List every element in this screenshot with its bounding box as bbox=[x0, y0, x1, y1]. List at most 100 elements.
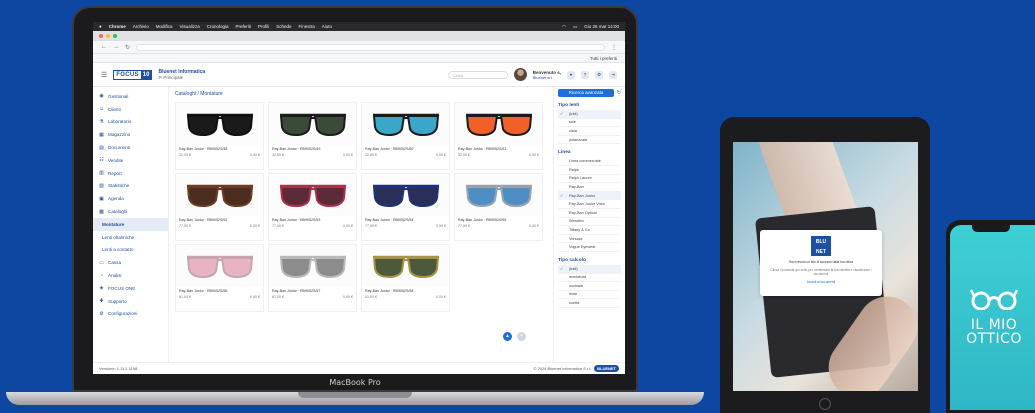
filter-option[interactable]: lente bbox=[558, 291, 621, 300]
tablet-home-button[interactable] bbox=[819, 398, 831, 410]
filter-option[interactable]: occhiale bbox=[558, 282, 621, 291]
filter-option[interactable]: sole bbox=[558, 119, 621, 128]
product-card[interactable]: Ray-Ban Junior · RB9052S/53 77,00 €0,00 € bbox=[268, 173, 357, 241]
filter-option[interactable]: montatura bbox=[558, 274, 621, 283]
filter-option[interactable]: polarizzate bbox=[558, 136, 621, 145]
menubar-item[interactable]: Profili bbox=[258, 24, 269, 29]
reload-icon[interactable]: ↻ bbox=[125, 44, 130, 51]
sidebar-item-lenti-a-contatto[interactable]: Lenti a contatto bbox=[93, 244, 168, 257]
filter-option[interactable]: ✓ Ray-Ban Junior bbox=[558, 191, 621, 201]
filter-list-calc-type: ✓ (tutti) montatura occhiale lente ricetta bbox=[558, 264, 621, 308]
filter-option[interactable]: Ray-Ban Junior Vista bbox=[558, 200, 621, 209]
sidebar-item-magazzino[interactable]: ▦ Magazzino bbox=[93, 128, 168, 141]
maximize-window-icon[interactable] bbox=[113, 34, 117, 38]
sidebar-item-cataloghi[interactable]: ▩ Cataloghi bbox=[93, 205, 168, 218]
sidebar-item-label: Lenti a contatto bbox=[102, 247, 134, 253]
filter-option[interactable]: vista bbox=[558, 127, 621, 136]
settings-icon[interactable]: ⚙ bbox=[595, 70, 603, 79]
filter-option[interactable]: Ralph bbox=[558, 166, 621, 175]
product-card[interactable]: Ray-Ban Junior · RB9052S/51 32,00 €0,00 € bbox=[454, 102, 543, 170]
menubar-item[interactable]: Finestra bbox=[299, 24, 315, 29]
filter-option[interactable]: ✓ (tutti) bbox=[558, 264, 621, 274]
sunglasses-image bbox=[455, 174, 542, 216]
sidebar-item-label: Agenda bbox=[108, 196, 124, 202]
menubar-item[interactable]: Visualizza bbox=[180, 24, 200, 29]
menubar-clock[interactable]: Gio 26 mar 14:00 bbox=[584, 24, 619, 29]
user-info[interactable]: Benvenuto s, Bluenet srl bbox=[533, 70, 561, 80]
sidebar-item-laboratorio[interactable]: ⚗ Laboratorio bbox=[93, 116, 168, 129]
forward-icon[interactable]: → bbox=[113, 44, 119, 50]
filter-option[interactable]: Vogue Eyewear bbox=[558, 243, 621, 252]
sidebar-item-focus-one[interactable]: ◈ FOCUS ONE bbox=[93, 282, 168, 295]
menubar-item[interactable]: Chrome bbox=[109, 24, 126, 29]
back-icon[interactable]: ← bbox=[101, 44, 107, 50]
product-card[interactable]: Ray-Ban Junior · RB9052S/58 81,00 €0,00 € bbox=[361, 244, 450, 312]
product-card[interactable]: Ray-Ban Junior · RB9052S/49 32,00 €0,00 € bbox=[268, 102, 357, 170]
sidebar-item-gestionali[interactable]: ◉ Gestionali bbox=[93, 90, 168, 103]
filter-option[interactable]: Ray-Ban Optical bbox=[558, 209, 621, 218]
menubar-item[interactable]: Aiuto bbox=[322, 24, 332, 29]
filter-option[interactable]: Tiffany & Co. bbox=[558, 226, 621, 235]
filter-option[interactable]: Ray-Ban bbox=[558, 183, 621, 192]
product-qty: 0,00 € bbox=[529, 153, 539, 157]
filter-option[interactable]: ✓ (tutti) bbox=[558, 110, 621, 119]
address-bar[interactable] bbox=[136, 43, 605, 51]
apple-icon[interactable]: ● bbox=[99, 24, 102, 29]
breadcrumb[interactable]: Cataloghi / Montature bbox=[175, 91, 547, 97]
document-icon: ▤ bbox=[99, 144, 104, 151]
support-icon: ✚ bbox=[99, 298, 104, 305]
product-card[interactable]: Ray-Ban Junior · RB9052S/54 77,00 €0,00 € bbox=[361, 173, 450, 241]
calendar-icon: ▣ bbox=[99, 195, 104, 202]
modal-access-button[interactable]: Accedi ai documenti bbox=[807, 280, 836, 284]
sidebar-item-clienti[interactable]: ☺ Clienti bbox=[93, 103, 168, 116]
wifi-icon[interactable]: ◠ bbox=[562, 24, 566, 30]
sidebar-item-supporto[interactable]: ✚ Supporto bbox=[93, 295, 168, 308]
sidebar-item-vendite[interactable]: ☷ Vendite bbox=[93, 154, 168, 167]
product-card[interactable]: Ray-Ban Junior · RB9052S/56 81,00 €0,00 € bbox=[175, 244, 264, 312]
sidebar-item-lenti-oftalmiche[interactable]: Lenti oftalmiche bbox=[93, 231, 168, 244]
menubar-item[interactable]: Schede bbox=[276, 24, 291, 29]
filter-option[interactable]: ricetta bbox=[558, 299, 621, 308]
product-card[interactable]: Ray-Ban Junior · RB9052S/48 32,00 €0,00 € bbox=[175, 102, 264, 170]
filter-option[interactable]: Linea commerciale bbox=[558, 157, 621, 166]
menubar-item[interactable]: Cronologia bbox=[207, 24, 229, 29]
reset-filters-icon[interactable]: ↻ bbox=[617, 90, 621, 96]
sidebar-item-label: Cataloghi bbox=[108, 209, 128, 215]
sidebar-item-documenti[interactable]: ▤ Documenti bbox=[93, 141, 168, 154]
product-card[interactable]: Ray-Ban Junior · RB9052S/55 77,00 €0,00 € bbox=[454, 173, 543, 241]
sidebar-item-cassa[interactable]: ▭ Cassa bbox=[93, 256, 168, 269]
scroll-top-button[interactable]: ▲ bbox=[503, 332, 512, 341]
product-card[interactable]: Ray-Ban Junior · RB9052S/57 81,00 €0,00 € bbox=[268, 244, 357, 312]
battery-icon[interactable]: ▭ bbox=[573, 24, 577, 30]
sunglasses-image bbox=[176, 103, 263, 145]
menubar-item[interactable]: Preferiti bbox=[235, 24, 251, 29]
advanced-search-button[interactable]: Ricerca avanzata bbox=[558, 89, 614, 97]
notifications-icon[interactable]: ● bbox=[567, 70, 575, 79]
add-button[interactable]: + bbox=[517, 332, 526, 341]
avatar[interactable] bbox=[513, 68, 527, 81]
filter-option[interactable]: Sferoflex bbox=[558, 218, 621, 227]
sidebar-item-agenda[interactable]: ▣ Agenda bbox=[93, 192, 168, 205]
sidebar-item-statistiche[interactable]: ▨ Statistiche bbox=[93, 180, 168, 193]
menubar-item[interactable]: Archivio bbox=[133, 24, 149, 29]
menu-icon[interactable]: ☰ bbox=[101, 71, 107, 79]
sidebar-item-analisi[interactable]: ◔ Analisi bbox=[93, 269, 168, 282]
sidebar-item-configurazioni[interactable]: ⚙ Configurazioni bbox=[93, 308, 168, 321]
sidebar-item-montature[interactable]: Montature bbox=[93, 217, 168, 231]
bluenet-modal-logo: BLU NET bbox=[811, 236, 831, 256]
mac-menubar: ● Chrome Archivio Modifica Visualizza Cronol… bbox=[93, 22, 625, 31]
minimize-window-icon[interactable] bbox=[106, 34, 110, 38]
menubar-item[interactable]: Modifica bbox=[156, 24, 173, 29]
extensions-icon[interactable]: ⋮ bbox=[611, 44, 617, 51]
product-card[interactable]: Ray-Ban Junior · RB9052S/52 77,00 €0,00 € bbox=[175, 173, 264, 241]
all-bookmarks-link[interactable]: Tutti i preferiti bbox=[590, 56, 617, 61]
close-window-icon[interactable] bbox=[99, 34, 103, 38]
filter-option[interactable]: Versace bbox=[558, 235, 621, 244]
logout-icon[interactable]: ⇥ bbox=[609, 70, 617, 79]
filter-option[interactable]: Ralph Lauren bbox=[558, 175, 621, 184]
help-icon[interactable]: ? bbox=[581, 70, 589, 79]
product-grid: Ray-Ban Junior · RB9052S/48 32,00 €0,00 €… bbox=[175, 102, 547, 312]
search-input[interactable]: Cerca bbox=[447, 70, 508, 79]
product-card[interactable]: Ray-Ban Junior · RB9052S/50 32,00 €0,00 € bbox=[361, 102, 450, 170]
sidebar-item-report[interactable]: ▥ Report bbox=[93, 167, 168, 180]
